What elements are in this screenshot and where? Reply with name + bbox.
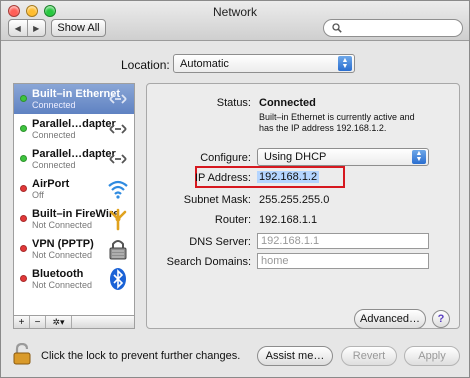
status-dot-not-connected xyxy=(20,275,27,282)
service-name: Bluetooth xyxy=(32,268,84,280)
router-value: 192.168.1.1 xyxy=(259,214,318,226)
status-dot-not-connected xyxy=(20,215,27,222)
service-status: Connected xyxy=(32,130,76,140)
lock-icon[interactable] xyxy=(13,343,31,365)
window-title: Network xyxy=(212,5,257,19)
ip-address-text: 192.168.1.2 xyxy=(257,171,320,183)
wifi-icon xyxy=(108,180,128,199)
service-item-built-in-firewire[interactable]: Built–in FireWire Not Connected xyxy=(14,204,134,234)
service-name: Parallel…dapter xyxy=(32,148,116,160)
service-item-parallels-adapter-1[interactable]: Parallel…dapter Connected xyxy=(14,114,134,144)
service-status: Not Connected xyxy=(32,280,93,290)
location-popup[interactable]: Automatic ▲ ▼ xyxy=(173,54,355,73)
history-nav: ◀ ▶ xyxy=(8,19,46,37)
location-label: Location: xyxy=(121,58,170,72)
status-dot-connected xyxy=(20,125,27,132)
status-label: Status: xyxy=(216,97,251,109)
service-item-built-in-ethernet[interactable]: Built–in Ethernet Connected xyxy=(14,84,134,114)
ip-address-value[interactable]: 192.168.1.2 xyxy=(257,171,320,183)
help-button[interactable]: ? xyxy=(432,310,450,328)
popup-arrows-icon: ▲ ▼ xyxy=(338,56,352,71)
subnet-mask-label: Subnet Mask: xyxy=(183,194,251,206)
ip-address-label: IP Address: xyxy=(194,172,251,184)
service-item-vpn-pptp[interactable]: VPN (PPTP) Not Connected xyxy=(14,234,134,264)
popup-arrows-icon: ▲ ▼ xyxy=(412,150,426,164)
service-item-bluetooth[interactable]: Bluetooth Not Connected xyxy=(14,264,134,294)
status-dot-connected xyxy=(20,155,27,162)
status-dot-connected xyxy=(20,95,27,102)
service-name: AirPort xyxy=(32,178,70,190)
back-button[interactable]: ◀ xyxy=(9,20,27,36)
service-item-airport[interactable]: AirPort Off xyxy=(14,174,134,204)
apply-button[interactable]: Apply xyxy=(404,346,460,366)
search-domains-field[interactable]: home xyxy=(257,253,429,269)
service-name: VPN (PPTP) xyxy=(32,238,94,250)
status-dot-off xyxy=(20,185,27,192)
service-item-parallels-adapter-2[interactable]: Parallel…dapter Connected xyxy=(14,144,134,174)
configure-value: Using DHCP xyxy=(264,151,327,163)
service-list[interactable]: Built–in Ethernet Connected Parallel…dap… xyxy=(13,83,135,329)
search-domains-label: Search Domains: xyxy=(166,256,251,268)
router-label: Router: xyxy=(214,214,251,226)
service-status: Off xyxy=(32,190,44,200)
ethernet-icon xyxy=(109,154,127,164)
ethernet-icon xyxy=(109,124,127,134)
ethernet-icon xyxy=(109,94,127,104)
status-value: Connected xyxy=(259,97,316,109)
forward-button[interactable]: ▶ xyxy=(26,20,46,36)
subnet-mask-value: 255.255.255.0 xyxy=(259,194,330,206)
bluetooth-icon xyxy=(110,268,126,290)
search-input[interactable] xyxy=(346,21,456,35)
service-name: Parallel…dapter xyxy=(32,118,116,130)
search-icon xyxy=(332,23,342,33)
revert-button[interactable]: Revert xyxy=(341,346,397,366)
dns-server-field[interactable]: 192.168.1.1 xyxy=(257,233,429,249)
service-status: Not Connected xyxy=(32,250,93,260)
network-preferences-window: Network ◀ ▶ Show All Location: Automatic… xyxy=(0,0,470,378)
dns-server-label: DNS Server: xyxy=(189,236,251,248)
service-action-menu-button[interactable]: ✲▾ xyxy=(46,316,72,328)
titlebar: Network ◀ ▶ Show All xyxy=(1,1,469,41)
search-box[interactable] xyxy=(323,19,463,37)
service-status: Connected xyxy=(32,160,76,170)
firewire-icon xyxy=(109,208,127,231)
status-dot-not-connected xyxy=(20,245,27,252)
show-all-button[interactable]: Show All xyxy=(51,19,106,37)
advanced-button[interactable]: Advanced… xyxy=(354,309,426,329)
add-service-button[interactable]: + xyxy=(14,316,30,328)
assist-me-button[interactable]: Assist me… xyxy=(257,346,333,366)
lock-description: Click the lock to prevent further change… xyxy=(41,350,241,362)
service-list-controls: + − ✲▾ xyxy=(13,315,135,329)
configure-label: Configure: xyxy=(200,152,251,164)
vpn-lock-icon xyxy=(109,240,127,260)
remove-service-button[interactable]: − xyxy=(30,316,46,328)
configure-popup[interactable]: Using DHCP ▲ ▼ xyxy=(257,148,429,166)
status-description: Built–in Ethernet is currently active an… xyxy=(259,112,415,133)
location-value: Automatic xyxy=(180,57,229,70)
